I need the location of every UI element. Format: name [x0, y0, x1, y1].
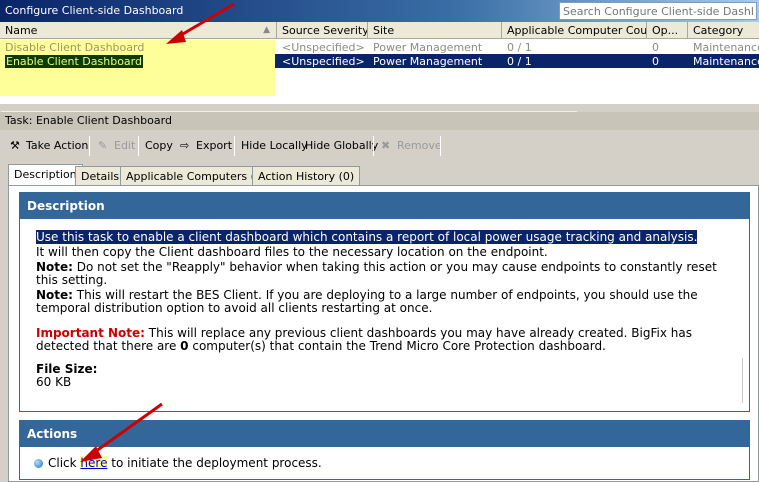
window-title-bar: Configure Client-side Dashboard: [0, 0, 759, 22]
annotation-arrow-icon: [80, 402, 163, 462]
edit-button[interactable]: ✎ Edit: [94, 135, 139, 157]
file-size-value: 60 KB: [36, 375, 72, 389]
note-label: Note:: [36, 260, 73, 274]
task-grid: Name ▲ Source Severity Site Applicable C…: [0, 22, 759, 125]
column-header-category[interactable]: Category: [688, 22, 759, 39]
description-heading: Description: [20, 193, 749, 219]
tab-details[interactable]: Details: [75, 166, 126, 185]
column-header-count[interactable]: Applicable Computer Count: [502, 22, 647, 39]
export-icon: ⇨: [180, 139, 190, 152]
toolbar-divider: [440, 136, 441, 156]
sort-up-icon: ▲: [263, 25, 270, 35]
toolbar-divider: [138, 136, 139, 156]
cell-site: Power Management: [373, 55, 483, 68]
column-header-severity[interactable]: Source Severity: [277, 22, 368, 39]
window-title: Configure Client-side Dashboard: [5, 4, 184, 17]
cell-site: Power Management: [373, 41, 483, 54]
pencil-icon: ✎: [98, 139, 108, 152]
cell-name: Enable Client Dashboard: [0, 54, 275, 68]
toolbar-divider: [373, 136, 374, 156]
cell-op: 0: [652, 55, 659, 68]
copy-note: It will then copy the Client dashboard f…: [36, 245, 548, 259]
cell-category: Maintenance: [693, 55, 759, 68]
cell-severity: <Unspecified>: [282, 55, 365, 68]
toolbar-divider: [89, 136, 90, 156]
tab-description[interactable]: Description: [8, 164, 83, 186]
copy-button[interactable]: Copy: [141, 135, 177, 157]
important-note-text-end: computer(s) that contain the Trend Micro…: [188, 339, 606, 353]
table-row-selected[interactable]: Enable Client Dashboard <Unspecified> Po…: [0, 54, 759, 68]
take-action-button[interactable]: ⚒ Take Action: [6, 135, 92, 157]
file-size-label: File Size:: [36, 362, 98, 376]
important-note-label: Important Note:: [36, 326, 145, 340]
search-input[interactable]: [559, 2, 757, 20]
cell-op: 0: [652, 41, 659, 54]
column-header-op[interactable]: Op...: [647, 22, 688, 39]
table-row[interactable]: Disable Client Dashboard <Unspecified> P…: [0, 40, 759, 54]
grid-header: Name ▲ Source Severity Site Applicable C…: [0, 22, 759, 39]
cell-category: Maintenance: [693, 41, 759, 54]
bullet-icon: [34, 459, 43, 468]
remove-x-icon: ✖: [381, 139, 391, 152]
toolbar-divider: [234, 136, 235, 156]
tab-action-history[interactable]: Action History (0): [252, 166, 361, 185]
wand-icon: ⚒: [10, 139, 20, 152]
export-button[interactable]: ⇨ Export: [176, 135, 236, 157]
hide-globally-button[interactable]: Hide Globally: [301, 135, 382, 157]
column-header-site[interactable]: Site: [368, 22, 502, 39]
description-body: Use this task to enable a client dashboa…: [36, 230, 736, 391]
cell-count: 0 / 1: [507, 41, 532, 54]
cell-severity: <Unspecified>: [282, 41, 365, 54]
note-text: This will restart the BES Client. If you…: [36, 288, 698, 315]
cell-count: 0 / 1: [507, 55, 532, 68]
note-text: Do not set the "Reapply" behavior when t…: [36, 260, 717, 287]
toolbar: ⚒ Take Action ✎ Edit Copy ⇨ Export Hide Loc…: [0, 133, 759, 159]
tab-applicable-computers[interactable]: Applicable Computers (0): [120, 166, 273, 185]
task-label: Task: Enable Client Dashboard: [0, 112, 759, 130]
highlight-area: [0, 68, 275, 96]
annotation-arrow-icon: [166, 2, 235, 44]
note-label: Note:: [36, 288, 73, 302]
intro-text: Use this task to enable a client dashboa…: [36, 230, 698, 244]
remove-button[interactable]: ✖ Remove: [377, 135, 446, 157]
important-count: 0: [180, 339, 189, 353]
divider: [742, 358, 743, 403]
